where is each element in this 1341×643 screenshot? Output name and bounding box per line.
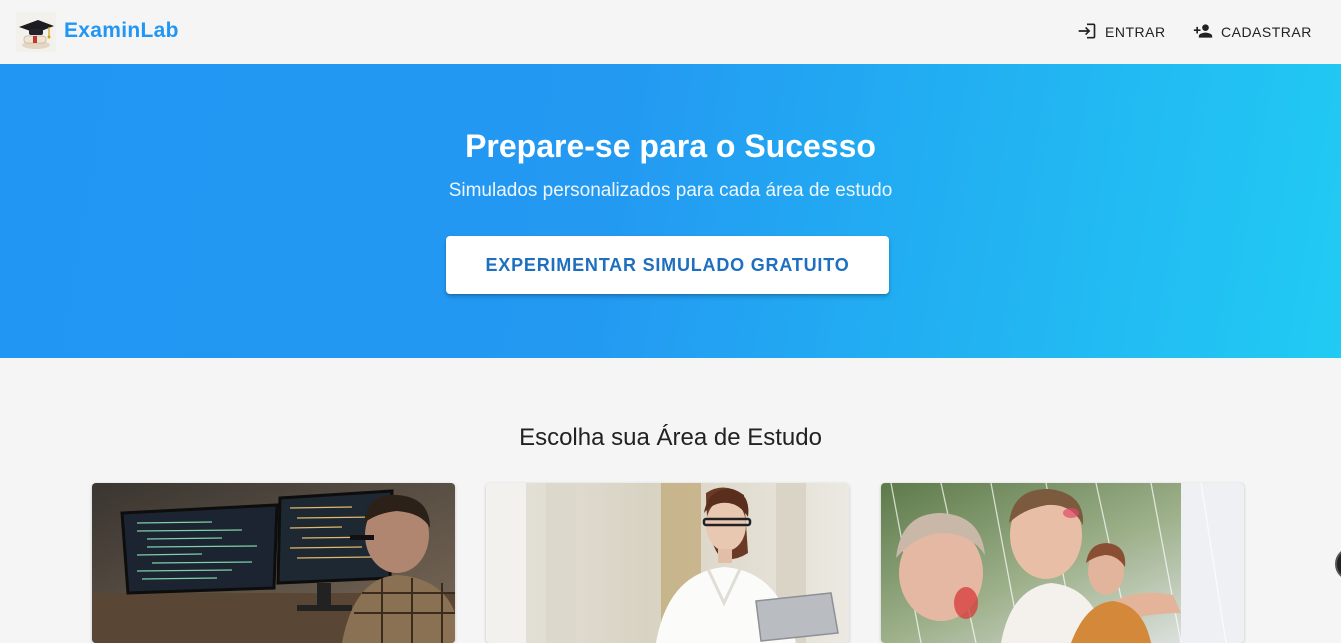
study-areas-title: Escolha sua Área de Estudo — [519, 424, 822, 451]
signup-label: CADASTRAR — [1221, 24, 1312, 40]
hero-title: Prepare-se para o Sucesso — [465, 128, 876, 164]
businesswoman-photo — [486, 483, 849, 643]
study-area-card-exams[interactable] — [881, 483, 1244, 643]
top-app-bar: ExaminLab ENTRAR CADASTRAR — [0, 0, 1341, 64]
free-simulation-button[interactable]: EXPERIMENTAR SIMULADO GRATUITO — [446, 236, 889, 294]
signup-button[interactable]: CADASTRAR — [1193, 20, 1312, 44]
hero-subtitle: Simulados personalizados para cada área … — [448, 180, 893, 201]
person-add-icon — [1193, 21, 1213, 44]
programmer-photo — [92, 483, 455, 643]
login-button[interactable]: ENTRAR — [1077, 20, 1166, 44]
study-area-card-technology[interactable] — [92, 483, 455, 643]
study-area-card-business[interactable] — [486, 483, 849, 643]
floating-action-button[interactable] — [1335, 547, 1341, 581]
login-icon — [1077, 21, 1097, 44]
students-celebrating-photo — [881, 483, 1244, 643]
graduation-cap-logo-icon[interactable] — [16, 12, 56, 52]
hero-banner: Prepare-se para o Sucesso Simulados pers… — [0, 64, 1341, 358]
brand-name[interactable]: ExaminLab — [64, 19, 179, 43]
login-label: ENTRAR — [1105, 24, 1166, 40]
